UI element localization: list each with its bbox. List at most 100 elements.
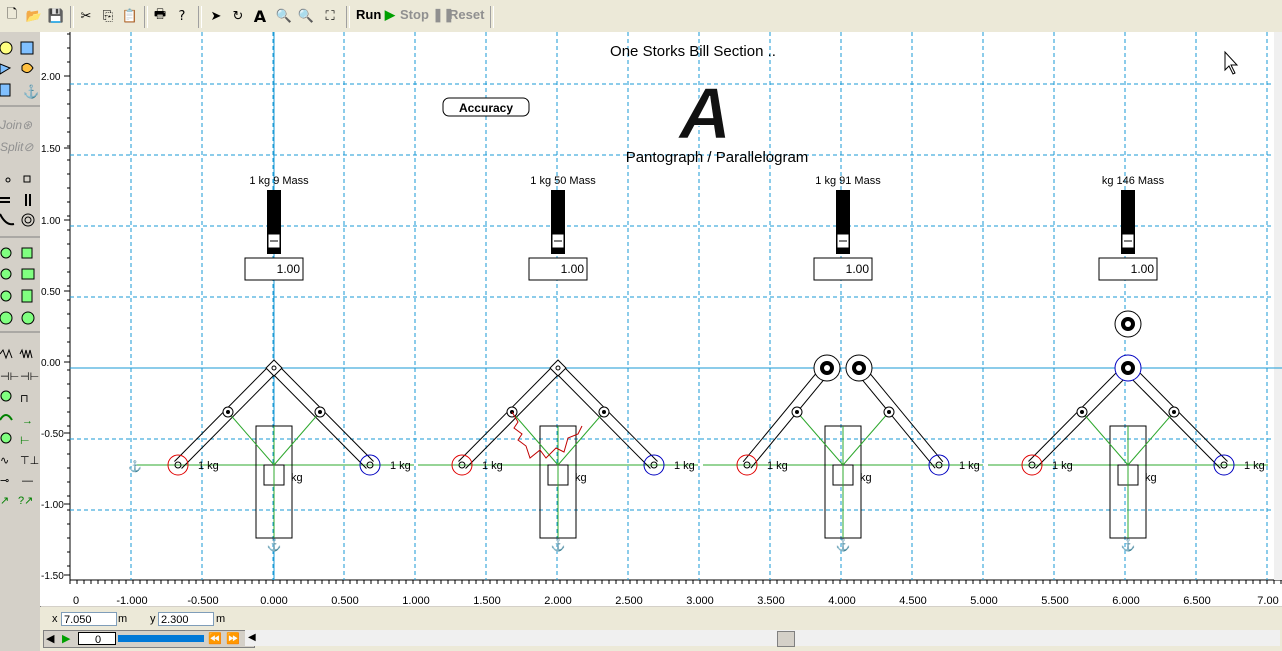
input-tool-icon[interactable]: ↗	[0, 495, 9, 507]
mass-label: kg 146 Mass	[1102, 175, 1165, 187]
polygon-tool-icon[interactable]	[0, 63, 12, 75]
linear-constraint-tool-icon[interactable]: ⊤⊥	[20, 455, 39, 467]
right-mass-label: 1 kg	[674, 460, 695, 472]
anchor-tool-icon[interactable]: ⚓	[23, 84, 39, 99]
motor-tool-icon[interactable]	[0, 268, 12, 280]
curved-body-tool-icon[interactable]	[21, 62, 34, 74]
y-tick-label: 2.00	[41, 72, 61, 83]
zoom-in-icon[interactable]: 🔍	[274, 6, 294, 26]
reset-button[interactable]: Reset	[449, 7, 484, 22]
save-icon[interactable]: 💾	[46, 6, 66, 26]
mass-value: 1.00	[277, 262, 301, 276]
scene-subtitle: Pantograph / Parallelogram	[626, 149, 809, 166]
new-file-icon[interactable]: 🗋	[2, 6, 22, 26]
rod-damper-tool-icon[interactable]: ⊣⊢	[20, 371, 39, 383]
actuator-force-tool-icon[interactable]: ⊸	[0, 475, 9, 487]
rigid-joint-tool-icon[interactable]	[21, 247, 33, 259]
frame-counter[interactable]: 0	[78, 632, 116, 646]
x-tick-label: 1.500	[473, 595, 501, 606]
split-button[interactable]: Split⊘	[0, 140, 33, 154]
x-tick-label: 2.500	[615, 595, 643, 606]
simulation-scene[interactable]: 2.00 1.50 1.00 0.50 0.00 -0.50 -1.00 -1.50 0 -1.0…	[40, 32, 1282, 606]
text-tool-icon[interactable]: A	[250, 6, 270, 26]
square-point-tool-icon[interactable]	[23, 175, 31, 183]
pin-joint-tool-icon[interactable]	[0, 247, 12, 259]
mechanism-section: 1 kg 9 Mass 1.00 kg ⚓ 1 kg 1 kg ⚓	[128, 175, 414, 552]
rope-tool-icon[interactable]	[19, 348, 33, 359]
zoom-out-icon[interactable]: 🔍	[296, 6, 316, 26]
cut-icon[interactable]: ✂	[76, 6, 96, 26]
spring-tool-icon[interactable]	[0, 348, 13, 360]
play-forward-icon[interactable]: ▶	[62, 632, 70, 645]
mass-value: 1.00	[846, 262, 870, 276]
scroll-left-icon[interactable]: ◀	[248, 632, 256, 643]
left-mass-label: 1 kg	[198, 460, 219, 472]
arm-edge	[1035, 371, 1132, 469]
zoom-fit-icon[interactable]: ⛶	[320, 6, 340, 26]
damper-tool-icon[interactable]: ⊣⊢	[0, 371, 19, 383]
spring-damper-tool-icon[interactable]: ∿	[0, 455, 9, 467]
wheel-tool-icon[interactable]	[21, 213, 35, 227]
accuracy-button-label: Accuracy	[459, 101, 513, 115]
scroll-thumb[interactable]	[777, 631, 795, 647]
gear-joint-tool-icon[interactable]	[0, 311, 13, 325]
rotational-spring-tool-icon[interactable]	[0, 390, 12, 402]
x-tick-label: 5.500	[1041, 595, 1069, 606]
join-button[interactable]: Join⊛	[0, 118, 32, 132]
rotate-icon[interactable]: ↻	[228, 6, 248, 26]
top-pivot[interactable]	[549, 359, 567, 377]
mechanism-sections: 1 kg 9 Mass1.00kg⚓1 kg 1 kg⚓1 kg 50 Mass1…	[128, 175, 1268, 552]
vertical-scrollbar[interactable]	[1274, 32, 1282, 580]
fast-forward-icon[interactable]: ⏩	[226, 632, 240, 645]
x-coordinate-field[interactable]: 7.050	[61, 612, 117, 626]
x-tick-label: 2.000	[544, 595, 572, 606]
right-mass-label: 1 kg	[959, 460, 980, 472]
accuracy-button[interactable]: Accuracy	[442, 97, 530, 117]
x-tick-label: 6.500	[1183, 595, 1211, 606]
square-tool-icon[interactable]	[20, 41, 34, 55]
paste-icon[interactable]: 📋	[120, 6, 140, 26]
gear-center	[1125, 321, 1131, 327]
tool-palette: ⚓ ⊣⊢ ⊣⊢ ⊓ → ⊢ ∿ ⊤⊥ ⊸ — ↗ ?↗ Join⊛ Split⊘	[0, 32, 41, 651]
scene-title: One Storks Bill Section ..	[610, 43, 776, 60]
point-tool-icon[interactable]	[5, 177, 11, 183]
actuator-tool-icon[interactable]	[21, 268, 35, 280]
y-tick-label: 0.00	[41, 358, 61, 369]
stop-button[interactable]: Stop ❚❚	[400, 7, 454, 23]
meter-tool-icon[interactable]: ?↗	[18, 495, 33, 507]
horizontal-scrollbar[interactable]: ◀	[245, 630, 1280, 647]
pulley-tool-icon[interactable]: ⊓	[20, 393, 29, 405]
run-button[interactable]: Run ▶	[356, 7, 395, 23]
help-icon[interactable]: ?	[172, 6, 192, 26]
arm-edge	[270, 371, 367, 469]
y-tick-label: 0.50	[41, 287, 61, 298]
print-icon[interactable]: 🖶	[150, 6, 170, 26]
x-tick-label: -1.000	[116, 595, 147, 606]
x-tick-label: 4.000	[828, 595, 856, 606]
separator-tool-icon[interactable]	[0, 432, 12, 444]
spring-zigzag[interactable]	[511, 411, 583, 459]
y-coordinate-field[interactable]: 2.300	[158, 612, 214, 626]
thrust-tool-icon[interactable]: ⊢	[20, 435, 30, 447]
step-back-icon[interactable]: ⏪	[208, 632, 222, 645]
line-tool-icon[interactable]: —	[22, 475, 33, 487]
toolbar-separator	[70, 6, 74, 28]
open-folder-icon[interactable]: 📂	[24, 6, 44, 26]
rewind-start-icon[interactable]: ◀	[46, 632, 54, 645]
pointer-arrow-icon[interactable]: ➤	[206, 6, 226, 26]
force-tool-icon[interactable]: →	[22, 415, 33, 427]
toolbar-separator	[144, 6, 148, 28]
top-pivot[interactable]	[265, 359, 283, 377]
grid-lines	[70, 32, 1282, 580]
rectangle-tool-icon[interactable]	[0, 83, 11, 97]
logo-letter: A	[677, 74, 731, 154]
slider-joint-tool-icon[interactable]	[0, 290, 12, 302]
curved-joint-tool-icon[interactable]	[21, 311, 35, 325]
keyed-joint-tool-icon[interactable]	[21, 289, 33, 303]
frame-slider[interactable]	[118, 635, 204, 642]
curved-slot-tool-icon[interactable]	[0, 213, 15, 226]
circle-tool-icon[interactable]	[0, 41, 13, 55]
workspace-canvas[interactable]: 2.00 1.50 1.00 0.50 0.00 -0.50 -1.00 -1.50 0 -1.0…	[40, 32, 1282, 606]
torque-tool-icon[interactable]	[0, 414, 13, 421]
copy-icon[interactable]: ⎘	[98, 6, 118, 26]
